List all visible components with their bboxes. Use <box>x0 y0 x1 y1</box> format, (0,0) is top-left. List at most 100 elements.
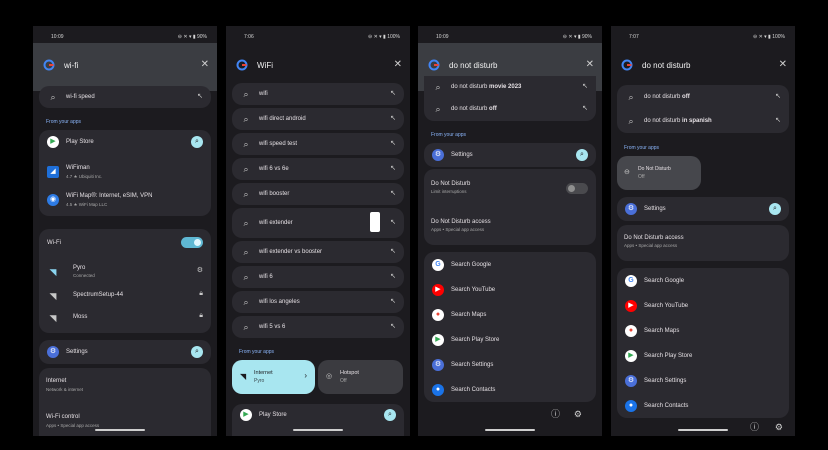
fill-arrow-icon[interactable]: ↖ <box>390 218 396 226</box>
fill-arrow-icon[interactable]: ↖ <box>775 116 781 124</box>
suggestion-row[interactable]: ⌕ wifi extender vs booster ↖ <box>232 241 404 263</box>
suggestion-row[interactable]: ⌕ wifi ↖ <box>232 83 404 105</box>
fill-arrow-icon[interactable]: ↖ <box>390 189 396 197</box>
fill-arrow-icon[interactable]: ↖ <box>582 104 588 112</box>
gesture-bar[interactable] <box>485 429 535 431</box>
fill-arrow-icon[interactable]: ↖ <box>197 92 203 100</box>
close-icon[interactable]: ✕ <box>201 59 209 70</box>
wifi-card: Wi-Fi ◥ Pyro Connected ⚙ ◥ SpectrumSetup… <box>39 229 211 333</box>
search-in-app-button[interactable]: ⌕ <box>191 346 203 358</box>
status-time: 7:06 <box>244 34 254 40</box>
network-row[interactable]: ◥ Moss 🔒︎ <box>39 309 211 327</box>
settings-row[interactable]: ⚙ Settings ⌕ <box>424 143 596 167</box>
wifi-toggle[interactable] <box>181 237 203 248</box>
suggestion-row[interactable]: ⌕ do not disturb off ↖ <box>424 100 596 118</box>
search-input[interactable]: do not disturb <box>449 61 497 70</box>
search-app-row[interactable]: ▶ Search Play Store <box>617 345 789 367</box>
hotspot-tile[interactable]: ◎ Hotspot Off <box>318 360 403 394</box>
settings-row[interactable]: ⚙ Settings ⌕ <box>617 197 789 221</box>
fill-arrow-icon[interactable]: ↖ <box>775 92 781 100</box>
app-row-play-store[interactable]: ▶ Play Store ⌕ <box>39 130 211 154</box>
status-icons: ⊖ ✕ ▾ ▮ 100% <box>368 34 400 40</box>
search-in-app-button[interactable]: ⌕ <box>576 149 588 161</box>
search-in-app-button[interactable]: ⌕ <box>191 136 203 148</box>
search-app-row[interactable]: ● Search Contacts <box>424 379 596 401</box>
search-app-row[interactable]: ● Search Maps <box>424 304 596 326</box>
suggestion-row[interactable]: ⌕ wifi 6 ↖ <box>232 266 404 288</box>
close-icon[interactable]: ✕ <box>586 59 594 70</box>
suggestion-label: wifi speed test <box>259 141 298 147</box>
search-icon: ⌕ <box>435 82 441 92</box>
gear-icon[interactable]: ⚙ <box>775 422 783 433</box>
suggestion-row[interactable]: ⌕ wifi extender ↖ <box>232 208 404 238</box>
fill-arrow-icon[interactable]: ↖ <box>390 139 396 147</box>
suggestion-label: do not disturb in spanish <box>644 118 712 124</box>
fill-arrow-icon[interactable]: ↖ <box>390 114 396 122</box>
search-app-row[interactable]: ▶ Search YouTube <box>617 295 789 317</box>
search-app-row[interactable]: ⚙ Search Settings <box>424 354 596 376</box>
search-in-app-button[interactable]: ⌕ <box>384 409 396 421</box>
close-icon[interactable]: ✕ <box>394 59 402 70</box>
dnd-tile[interactable]: ⊖ Do Not Disturb Off <box>617 156 701 190</box>
network-row[interactable]: ◥ SpectrumSetup-44 🔒︎ <box>39 287 211 305</box>
network-row[interactable]: ◥ Pyro Connected ⚙ <box>39 261 211 283</box>
settings-row[interactable]: ⚙ Settings ⌕ <box>39 340 211 364</box>
search-app-row[interactable]: G Search Google <box>424 254 596 276</box>
settings-result-row[interactable]: Internet Network & internet <box>39 374 211 396</box>
network-name: Moss <box>73 314 88 320</box>
fill-arrow-icon[interactable]: ↖ <box>390 322 396 330</box>
suggestion-row[interactable]: ⌕ wifi booster ↖ <box>232 183 404 205</box>
gesture-bar[interactable] <box>293 429 343 431</box>
suggestion-row[interactable]: ⌕ wifi direct android ↖ <box>232 108 404 130</box>
dnd-access-row[interactable]: Do Not Disturb access Apps • Special app… <box>424 213 596 239</box>
search-app-row[interactable]: ⚙ Search Settings <box>617 370 789 392</box>
suggestion-row[interactable]: ⌕ wifi 5 vs 6 ↖ <box>232 316 404 338</box>
fill-arrow-icon[interactable]: ↖ <box>390 89 396 97</box>
phone-screen-wifi-search: 10:09 ⊖ ✕ ▾ ▮ 90% wi-fi ✕ ⌕ wi-fi speed … <box>33 26 217 436</box>
gesture-bar[interactable] <box>678 429 728 431</box>
suggestion-row[interactable]: ⌕ do not disturb off ↖ <box>617 88 789 106</box>
suggestion-row[interactable]: ⌕ wi-fi speed ↖ <box>39 86 211 108</box>
dnd-toggle-row[interactable]: Do Not Disturb Limit interruptions <box>424 175 596 201</box>
close-icon[interactable]: ✕ <box>779 59 787 70</box>
gear-icon[interactable]: ⚙ <box>574 409 582 420</box>
search-app-row[interactable]: ▶ Search YouTube <box>424 279 596 301</box>
gear-icon[interactable]: ⚙ <box>197 266 203 274</box>
suggestion-row[interactable]: ⌕ wifi 6 vs 6e ↖ <box>232 158 404 180</box>
tile-title: Internet <box>254 370 273 376</box>
search-input[interactable]: wi-fi <box>64 61 78 70</box>
gesture-bar[interactable] <box>95 429 145 431</box>
suggestion-label: wifi direct android <box>259 116 306 122</box>
search-in-app-button[interactable]: ⌕ <box>769 203 781 215</box>
app-row-play-store[interactable]: ▶ Play Store ⌕ <box>232 404 404 436</box>
suggestion-row[interactable]: ⌕ wifi los angeles ↖ <box>232 291 404 313</box>
settings-gear-icon: ⚙ <box>625 375 637 387</box>
dnd-access-row[interactable]: Do Not Disturb access Apps • Special app… <box>617 225 789 261</box>
dnd-toggle[interactable] <box>566 183 588 194</box>
info-icon[interactable]: ⓘ <box>551 407 560 420</box>
search-app-row[interactable]: ● Search Maps <box>617 320 789 342</box>
info-icon[interactable]: ⓘ <box>750 420 759 433</box>
search-input[interactable]: do not disturb <box>642 61 690 70</box>
app-row-wifi-map[interactable]: ◉ WiFi Map®: Internet, eSIM, VPN 4.5 ★ W… <box>39 188 211 212</box>
fill-arrow-icon[interactable]: ↖ <box>390 297 396 305</box>
search-app-row[interactable]: ● Search Contacts <box>617 395 789 417</box>
search-icon: ⌕ <box>243 139 249 149</box>
app-row-wifiman[interactable]: ◢ WiFiman 4.7 ★ Ubiquiti Inc. <box>39 160 211 184</box>
suggestion-row[interactable]: ⌕ wifi speed test ↖ <box>232 133 404 155</box>
search-app-row[interactable]: G Search Google <box>617 270 789 292</box>
network-name: SpectrumSetup-44 <box>73 292 124 298</box>
internet-tile[interactable]: ◥ Internet Pyro › <box>232 360 315 394</box>
fill-arrow-icon[interactable]: ↖ <box>390 272 396 280</box>
search-app-row[interactable]: ▶ Search Play Store <box>424 329 596 351</box>
search-input[interactable]: WiFi <box>257 61 273 70</box>
search-icon: ⌕ <box>243 247 249 257</box>
dnd-icon: ⊖ <box>624 169 630 176</box>
fill-arrow-icon[interactable]: ↖ <box>390 164 396 172</box>
search-icon: ⌕ <box>243 89 249 99</box>
suggestion-row[interactable]: ⌕ do not disturb movie 2023 ↖ <box>424 78 596 96</box>
suggestion-row[interactable]: ⌕ do not disturb in spanish ↖ <box>617 112 789 130</box>
fill-arrow-icon[interactable]: ↖ <box>582 82 588 90</box>
fill-arrow-icon[interactable]: ↖ <box>390 247 396 255</box>
play-store-icon: ▶ <box>432 334 444 346</box>
